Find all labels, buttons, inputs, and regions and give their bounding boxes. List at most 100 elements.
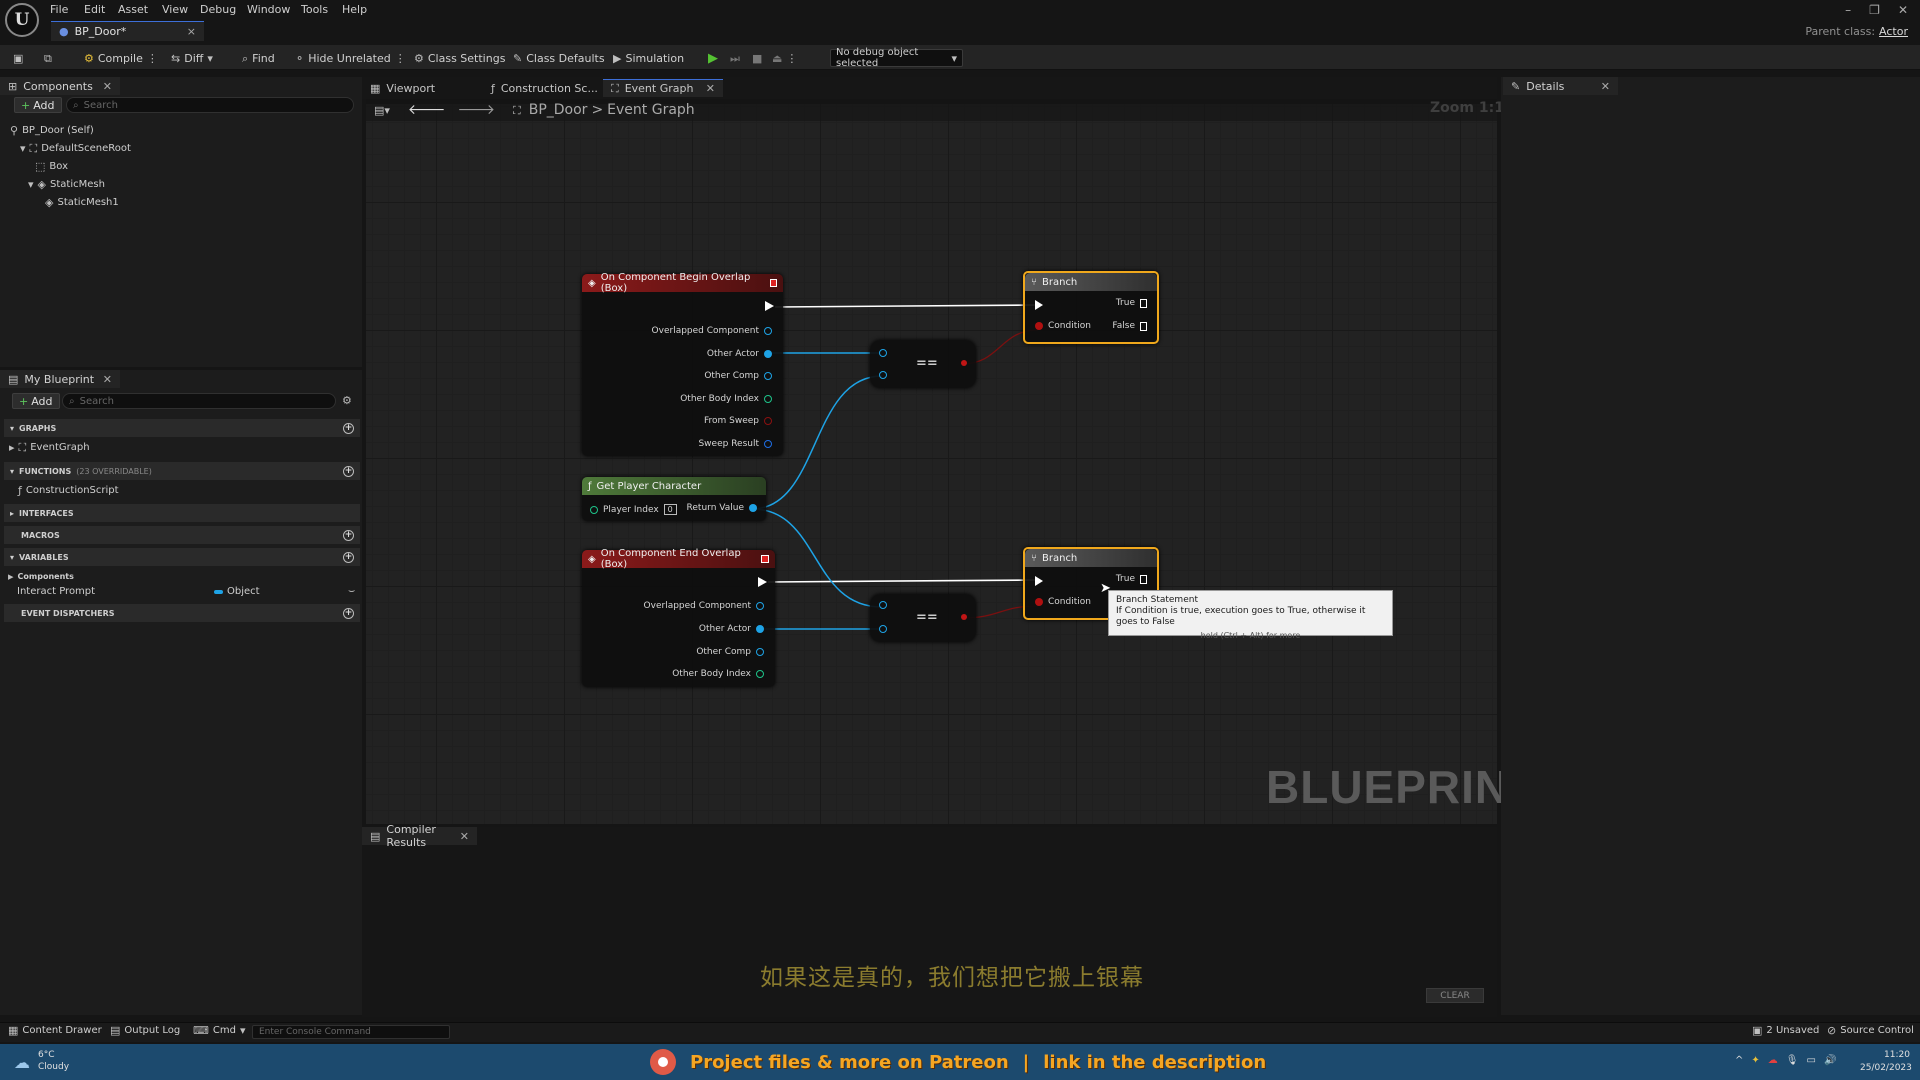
delegate-pin-icon[interactable]	[761, 555, 769, 563]
node-end-overlap[interactable]: ◈ On Component End Overlap (Box)	[582, 548, 775, 687]
pin-return-value[interactable]: Return Value	[687, 503, 757, 513]
category-event-dispatchers[interactable]: EVENT DISPATCHERS +	[4, 604, 360, 622]
add-graph-icon[interactable]: +	[343, 422, 354, 434]
volume-icon[interactable]: 🔊	[1824, 1055, 1836, 1066]
exec-in-pin[interactable]	[1035, 576, 1043, 586]
blueprint-search-input[interactable]: ⌕ Search	[62, 393, 336, 409]
item-event-graph[interactable]: ▸ ⛶ EventGraph	[9, 442, 90, 453]
pin-other-comp[interactable]: Other Comp	[704, 371, 772, 381]
content-drawer-button[interactable]: ▦ Content Drawer	[8, 1025, 102, 1036]
bool-pin-icon[interactable]	[961, 614, 967, 620]
tree-item-box[interactable]: ⬚ Box	[35, 161, 68, 172]
class-settings-button[interactable]: ⚙ Class Settings	[414, 50, 505, 66]
settings-gear-icon[interactable]: ⚙	[342, 394, 352, 407]
pin-sweep-result[interactable]: Sweep Result	[698, 439, 772, 449]
object-pin-icon[interactable]	[879, 371, 887, 379]
back-arrow-icon[interactable]: 🡐	[408, 103, 446, 117]
menu-debug[interactable]: Debug	[200, 3, 236, 16]
tab-bp-door[interactable]: ● BP_Door* ×	[51, 21, 204, 41]
bool-pin-icon[interactable]	[961, 360, 967, 366]
network-icon[interactable]: ▭	[1806, 1055, 1815, 1066]
diff-button[interactable]: ⇆ Diff ▾	[171, 50, 213, 66]
close-tab-icon[interactable]: ×	[187, 25, 196, 38]
add-variable-icon[interactable]: +	[343, 551, 354, 563]
details-tab[interactable]: ✎ Details ✕	[1503, 77, 1618, 95]
player-index-input[interactable]: 0	[663, 504, 677, 515]
eject-button[interactable]: ⏏ ⋮	[772, 50, 797, 66]
add-component-button[interactable]: + Add	[14, 97, 62, 113]
menu-file[interactable]: File	[50, 3, 68, 16]
play-button[interactable]: ▶	[708, 50, 718, 66]
pin-true[interactable]: True	[1116, 298, 1147, 308]
exec-in-pin[interactable]	[1035, 300, 1043, 310]
simulation-button[interactable]: ▶ Simulation	[613, 50, 684, 66]
node-begin-overlap[interactable]: ◈ On Component Begin Overlap (Box)	[582, 272, 783, 456]
pin-false[interactable]: False	[1112, 321, 1147, 331]
cmd-dropdown[interactable]: ⌨ Cmd ▾	[193, 1025, 246, 1036]
tree-item-static-mesh1[interactable]: ◈ StaticMesh1	[45, 197, 119, 208]
close-icon[interactable]: ✕	[460, 830, 469, 843]
weather-status[interactable]: Cloudy	[38, 1062, 69, 1072]
close-icon[interactable]: ✕	[103, 373, 112, 386]
pin-overlapped-component[interactable]: Overlapped Component	[652, 326, 772, 336]
pin-player-index[interactable]: Player Index 0	[590, 504, 677, 515]
pin-other-body-index[interactable]: Other Body Index	[672, 669, 764, 679]
clock-date[interactable]: 25/02/2023	[1860, 1063, 1912, 1073]
my-blueprint-tab[interactable]: ▤ My Blueprint ✕	[0, 370, 120, 388]
restore-icon[interactable]: ❐	[1869, 3, 1880, 17]
hide-unrelated-button[interactable]: ⚬ Hide Unrelated ⋮	[295, 50, 406, 66]
menu-help[interactable]: Help	[342, 3, 367, 16]
save-icon[interactable]: ▣	[13, 50, 23, 66]
menu-asset[interactable]: Asset	[118, 3, 148, 16]
debug-object-select[interactable]: No debug object selected ▾	[830, 47, 963, 69]
components-search-input[interactable]: ⌕ Search	[66, 97, 354, 113]
tree-item-default-scene-root[interactable]: ▾ ⛶ DefaultSceneRoot	[20, 143, 131, 154]
category-variables[interactable]: ▾ VARIABLES +	[4, 548, 360, 566]
tab-viewport[interactable]: ▦ Viewport	[362, 79, 443, 97]
tree-item-static-mesh[interactable]: ▾ ◈ StaticMesh	[28, 179, 105, 190]
unsaved-button[interactable]: ▣ 2 Unsaved	[1752, 1025, 1819, 1036]
pin-true[interactable]: True	[1116, 574, 1147, 584]
class-defaults-button[interactable]: ✎ Class Defaults	[513, 50, 605, 66]
tray-chevron-icon[interactable]: ^	[1735, 1055, 1743, 1066]
tray-app-icon[interactable]: ✦	[1751, 1055, 1759, 1066]
close-window-icon[interactable]: ✕	[1898, 3, 1908, 17]
forward-arrow-icon[interactable]: 🡒	[457, 103, 495, 117]
variable-type[interactable]: Object	[214, 586, 260, 597]
browse-icon[interactable]: ⧉	[44, 50, 52, 66]
menu-window[interactable]: Window	[247, 3, 290, 16]
object-pin-icon[interactable]	[879, 625, 887, 633]
close-icon[interactable]: ✕	[1601, 80, 1610, 93]
pin-condition[interactable]: Condition	[1035, 321, 1091, 331]
menu-tools[interactable]: Tools	[301, 3, 328, 16]
compile-button[interactable]: ⚙ Compile ⋮	[84, 50, 158, 66]
tray-cloud-icon[interactable]: ☁	[1768, 1055, 1778, 1066]
stop-button[interactable]: ■	[752, 50, 762, 66]
clock-time[interactable]: 11:20	[1884, 1050, 1910, 1060]
breadcrumb-bp[interactable]: BP_Door	[529, 102, 588, 118]
close-icon[interactable]: ✕	[103, 80, 112, 93]
menu-edit[interactable]: Edit	[84, 3, 105, 16]
category-interfaces[interactable]: ▸ INTERFACES	[4, 504, 360, 522]
pin-from-sweep[interactable]: From Sweep	[704, 416, 772, 426]
node-equal-1[interactable]: ==	[870, 340, 976, 388]
node-equal-2[interactable]: ==	[870, 594, 976, 642]
object-pin-icon[interactable]	[879, 349, 887, 357]
category-graphs[interactable]: ▾ GRAPHS +	[4, 419, 360, 437]
minimize-icon[interactable]: –	[1845, 3, 1851, 17]
pin-condition[interactable]: Condition	[1035, 597, 1091, 607]
variable-interact-prompt[interactable]: Interact Prompt	[17, 586, 95, 597]
parent-class-link[interactable]: Actor	[1879, 25, 1908, 38]
pin-other-comp[interactable]: Other Comp	[696, 647, 764, 657]
add-macro-icon[interactable]: +	[343, 529, 354, 541]
node-branch-1[interactable]: ⑂ Branch True Condition False	[1023, 271, 1159, 344]
object-pin-icon[interactable]	[879, 601, 887, 609]
breadcrumb-graph[interactable]: Event Graph	[607, 102, 695, 118]
pin-other-actor[interactable]: Other Actor	[699, 624, 764, 634]
delegate-pin-icon[interactable]	[769, 279, 777, 287]
pin-other-actor[interactable]: Other Actor	[707, 349, 772, 359]
bookmark-icon[interactable]: ▤▾	[374, 105, 390, 116]
pin-other-body-index[interactable]: Other Body Index	[680, 394, 772, 404]
weather-temp[interactable]: 6°C	[38, 1050, 55, 1060]
close-icon[interactable]: ✕	[706, 82, 715, 95]
